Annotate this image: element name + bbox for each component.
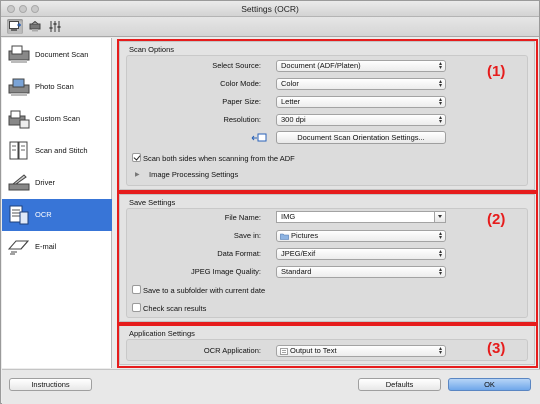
paper-size-label: Paper Size: xyxy=(222,97,261,106)
scan-both-sides-label: Scan both sides when scanning from the A… xyxy=(143,154,295,163)
updown-arrow-icon: ▴ ▾ xyxy=(438,61,442,71)
jpeg-quality-label: JPEG Image Quality: xyxy=(190,267,261,276)
callout-number-3: (3) xyxy=(487,340,506,357)
select-source-label: Select Source: xyxy=(212,61,261,70)
document-scan-icon xyxy=(8,45,30,63)
ocr-application-label: OCR Application: xyxy=(203,346,261,355)
updown-arrow-icon: ▴ ▾ xyxy=(438,115,442,125)
general-settings-tab[interactable] xyxy=(47,19,63,34)
updown-arrow-icon: ▴ ▾ xyxy=(438,97,442,107)
minimize-window-button[interactable] xyxy=(19,5,27,13)
updown-arrow-icon: ▴ ▾ xyxy=(438,79,442,89)
data-format-dropdown[interactable]: JPEG/Exif ▴ ▾ xyxy=(276,248,446,260)
close-window-button[interactable] xyxy=(7,5,15,13)
image-processing-settings-label[interactable]: Image Processing Settings xyxy=(149,170,238,179)
updown-arrow-icon: ▴ ▾ xyxy=(438,231,442,241)
disclosure-triangle-icon[interactable]: ▶ xyxy=(135,171,140,178)
save-to-subfolder-label: Save to a subfolder with current date xyxy=(143,286,266,295)
resolution-dropdown[interactable]: 300 dpi ▴ ▾ xyxy=(276,114,446,126)
jpeg-quality-dropdown[interactable]: Standard ▴ ▾ xyxy=(276,266,446,278)
title-bar: Settings (OCR) xyxy=(1,1,539,17)
check-scan-results-checkbox[interactable] xyxy=(132,303,141,312)
updown-arrow-icon: ▴ ▾ xyxy=(438,346,442,356)
scan-mode-sidebar: Document Scan Photo Scan Custom Scan Sca… xyxy=(2,38,112,368)
sidebar-item-scan-and-stitch[interactable]: Scan and Stitch xyxy=(2,135,112,167)
sidebar-item-custom-scan[interactable]: Custom Scan xyxy=(2,103,112,135)
orientation-settings-button[interactable]: Document Scan Orientation Settings... xyxy=(276,131,446,144)
toolbar xyxy=(1,17,539,37)
file-name-label: File Name: xyxy=(224,213,261,222)
driver-icon xyxy=(8,174,30,191)
sidebar-item-email[interactable]: E-mail xyxy=(2,231,112,263)
email-icon xyxy=(8,240,30,255)
sidebar-item-photo-scan[interactable]: Photo Scan xyxy=(2,71,112,103)
photo-scan-icon xyxy=(8,78,30,96)
ok-button[interactable]: OK xyxy=(448,378,531,391)
check-scan-results-label: Check scan results xyxy=(143,304,207,313)
color-mode-label: Color Mode: xyxy=(220,79,261,88)
save-settings-panel xyxy=(126,208,528,318)
text-output-icon xyxy=(280,348,288,355)
sidebar-item-document-scan[interactable]: Document Scan xyxy=(2,39,112,71)
sidebar-item-ocr[interactable]: OCR xyxy=(2,199,112,231)
save-settings-title: Save Settings xyxy=(129,198,176,207)
custom-scan-icon xyxy=(8,110,30,129)
callout-number-1: (1) xyxy=(487,63,506,80)
scan-both-sides-checkbox[interactable] xyxy=(132,153,141,162)
save-to-subfolder-checkbox[interactable] xyxy=(132,285,141,294)
application-settings-title: Application Settings xyxy=(129,329,195,338)
resolution-label: Resolution: xyxy=(223,115,261,124)
zoom-window-button[interactable] xyxy=(31,5,39,13)
ocr-application-dropdown[interactable]: Output to Text ▴ ▾ xyxy=(276,345,446,357)
save-in-label: Save in: xyxy=(233,231,261,240)
defaults-button[interactable]: Defaults xyxy=(358,378,441,391)
sidebar-item-driver[interactable]: Driver xyxy=(2,167,112,199)
instructions-button[interactable]: Instructions xyxy=(9,378,92,391)
scan-from-operation-panel-tab[interactable] xyxy=(27,19,43,34)
file-name-combobox[interactable]: IMG xyxy=(276,211,446,223)
paper-size-dropdown[interactable]: Letter ▴ ▾ xyxy=(276,96,446,108)
document-orientation-icon xyxy=(251,133,267,142)
folder-icon xyxy=(280,233,289,240)
updown-arrow-icon: ▴ ▾ xyxy=(438,267,442,277)
scan-options-title: Scan Options xyxy=(129,45,175,54)
scan-from-computer-icon xyxy=(9,21,21,31)
color-mode-dropdown[interactable]: Color ▴ ▾ xyxy=(276,78,446,90)
scan-from-operation-panel-icon xyxy=(29,21,41,32)
data-format-label: Data Format: xyxy=(217,249,261,258)
chevron-down-icon xyxy=(438,215,442,218)
general-settings-icon xyxy=(49,21,61,32)
ocr-icon xyxy=(9,205,29,225)
window-title: Settings (OCR) xyxy=(241,4,299,14)
updown-arrow-icon: ▴ ▾ xyxy=(438,249,442,259)
scan-and-stitch-icon xyxy=(9,141,28,160)
save-in-dropdown[interactable]: Pictures ▴ ▾ xyxy=(276,230,446,242)
scan-from-computer-tab[interactable] xyxy=(7,19,23,34)
combobox-dropdown-button[interactable] xyxy=(434,212,445,222)
select-source-dropdown[interactable]: Document (ADF/Platen) ▴ ▾ xyxy=(276,60,446,72)
callout-number-2: (2) xyxy=(487,211,506,228)
settings-window: Settings (OCR) Document Scan Photo Scan … xyxy=(0,0,540,404)
